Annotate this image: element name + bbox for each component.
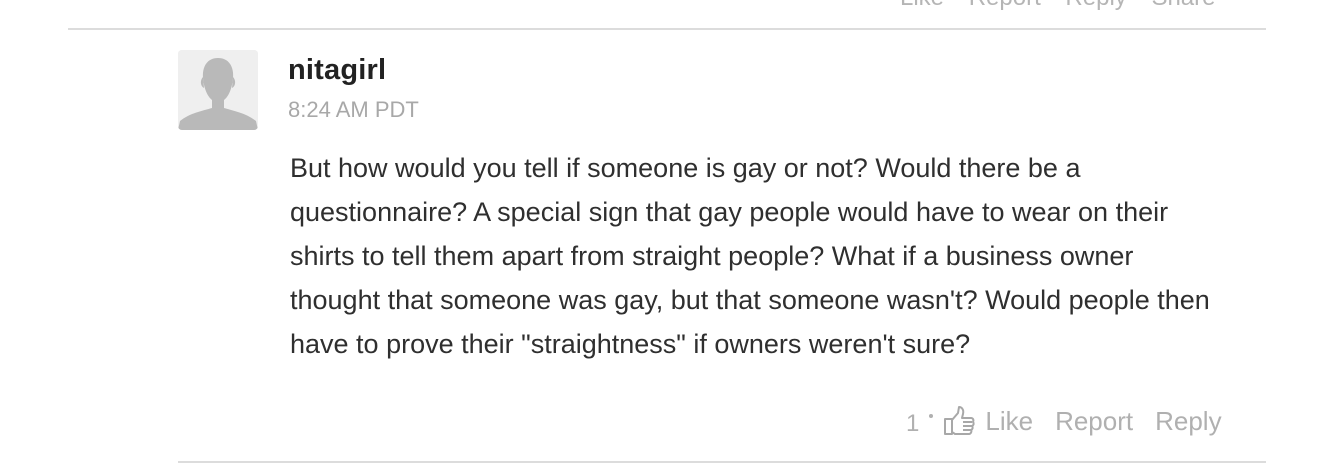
default-user-avatar-icon[interactable] <box>178 50 258 130</box>
previous-comment-actions: Like Report Reply Share <box>900 0 1234 12</box>
comment-actions: 1 Like Report Reply <box>906 404 1222 438</box>
previous-reply-link[interactable]: Reply <box>1065 0 1126 11</box>
previous-like-link[interactable]: Like <box>900 0 944 11</box>
comment-body: But how would you tell if someone is gay… <box>290 146 1265 366</box>
comment-divider-top <box>68 28 1266 30</box>
like-count: 1 <box>906 410 920 437</box>
comment-body-line: questionnaire? A special sign that gay p… <box>290 197 1169 227</box>
comment-timestamp: 8:24 AM PDT <box>288 97 419 122</box>
previous-share-link[interactable]: Share <box>1151 0 1215 11</box>
comment-body-line: But how would you tell if someone is gay… <box>290 153 1081 183</box>
previous-report-link[interactable]: Report <box>969 0 1041 11</box>
comment-divider-bottom <box>178 461 1266 463</box>
comment-body-line: have to prove their "straightness" if ow… <box>290 329 971 359</box>
thumbs-up-icon[interactable] <box>943 405 976 437</box>
comment-body-line: shirts to tell them apart from straight … <box>290 241 1134 271</box>
comment-author[interactable]: nitagirl <box>288 54 386 87</box>
report-button[interactable]: Report <box>1055 406 1133 437</box>
separator-dot <box>929 414 934 418</box>
like-button[interactable]: Like <box>985 406 1033 437</box>
reply-button[interactable]: Reply <box>1155 406 1221 437</box>
comment-body-line: thought that someone was gay, but that s… <box>290 285 1210 315</box>
